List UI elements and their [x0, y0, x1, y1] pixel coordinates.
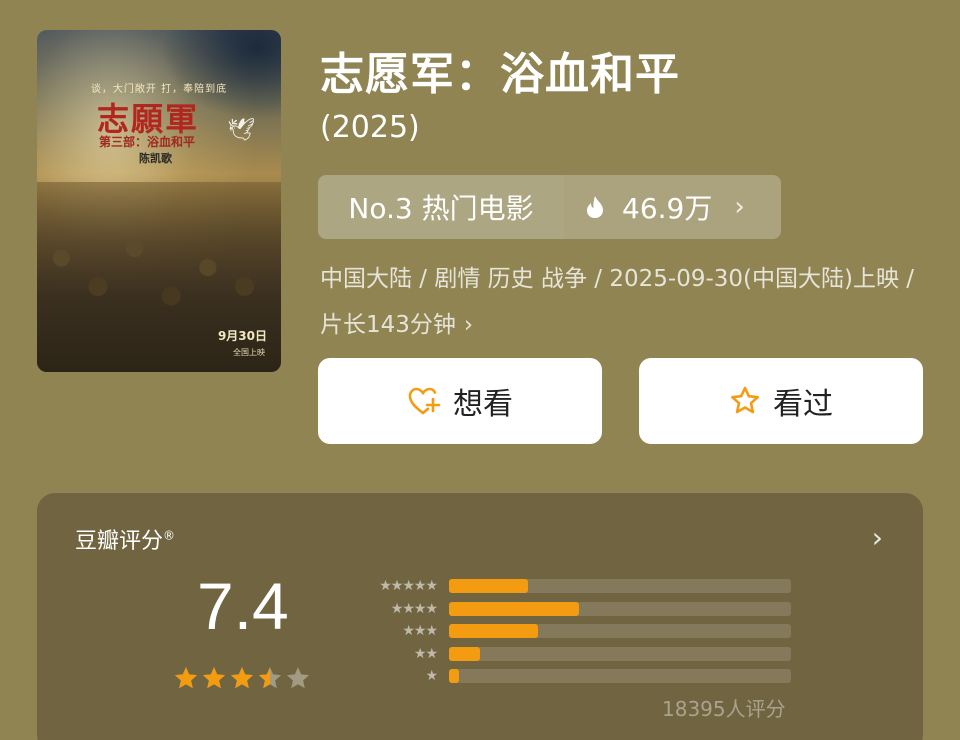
star-icon	[202, 667, 226, 689]
registered-mark: ®	[163, 528, 176, 543]
chevron-right-icon: ›	[734, 192, 745, 222]
bar-fill	[449, 646, 480, 661]
bar-fill	[449, 624, 538, 639]
bar-track	[449, 646, 791, 661]
star-icon	[258, 667, 282, 689]
bar-track	[449, 601, 791, 616]
flame-icon	[587, 196, 603, 218]
heat-section[interactable]: 46.9万 ›	[564, 175, 781, 239]
rating-card[interactable]: 豆瓣评分® › 7.4 ★★★★★ ★★★★ ★★★ ★★ ★ 18395人评分	[37, 493, 923, 740]
chevron-right-icon[interactable]: ›	[872, 521, 883, 554]
star-icon	[230, 667, 254, 689]
bar-track	[449, 669, 791, 684]
movie-title: 志愿军：浴血和平	[320, 49, 680, 100]
bar-fill	[449, 669, 460, 684]
poster-subtitle: 第三部：浴血和平	[99, 135, 196, 149]
rating-bar-row: ★★★	[347, 620, 791, 643]
bar-stars-icon: ★★★★	[390, 600, 438, 617]
rating-bar-row: ★★★★	[347, 598, 791, 621]
poster-director: 陈凯歌	[139, 152, 172, 165]
movie-poster[interactable]: 谈，大门敞开 打，奉陪到底 志願軍 🕊 第三部：浴血和平 陈凯歌 9月30日 全…	[37, 30, 281, 372]
rating-label-text: 豆瓣评分	[75, 529, 164, 554]
bar-stars-icon: ★★★★★	[379, 578, 438, 595]
rating-bar-row: ★	[347, 665, 791, 688]
bar-fill	[449, 579, 528, 594]
rating-stars	[173, 665, 311, 691]
rating-distribution: ★★★★★ ★★★★ ★★★ ★★ ★	[347, 575, 791, 688]
bar-stars-icon: ★★★	[402, 623, 438, 640]
star-icon	[174, 667, 198, 689]
watched-button[interactable]: 看过	[639, 358, 923, 444]
dove-icon: 🕊	[227, 118, 255, 143]
star-outline-icon	[731, 386, 759, 414]
movie-meta[interactable]: 中国大陆 / 剧情 历史 战争 / 2025-09-30(中国大陆)上映 / 片…	[320, 256, 920, 348]
rating-bar-row: ★★★★★	[347, 575, 791, 598]
bar-stars-icon: ★★	[413, 645, 438, 662]
heat-value: 46.9万	[622, 192, 713, 225]
bar-fill	[449, 601, 579, 616]
rating-score: 7.4	[197, 569, 289, 643]
bar-track	[449, 624, 791, 639]
seen-label: 看过	[773, 387, 833, 422]
rating-count: 18395人评分	[662, 697, 786, 721]
meta-text: 中国大陆 / 剧情 历史 战争 / 2025-09-30(中国大陆)上映 / 片…	[320, 266, 915, 338]
poster-date-sub: 全国上映	[233, 348, 265, 357]
poster-slogan: 谈，大门敞开 打，奉陪到底	[90, 84, 228, 95]
poster-date: 9月30日	[217, 329, 267, 343]
movie-year: (2025)	[320, 110, 420, 145]
heart-plus-icon	[408, 387, 441, 415]
want-label: 想看	[453, 387, 513, 422]
chevron-right-icon: ›	[463, 312, 474, 338]
bar-track	[449, 579, 791, 594]
rank-label: No.3 热门电影	[318, 175, 564, 239]
rank-pill[interactable]: No.3 热门电影 46.9万 ›	[318, 175, 781, 239]
want-to-watch-button[interactable]: 想看	[318, 358, 602, 444]
star-icon	[286, 667, 310, 689]
rating-label: 豆瓣评分®	[75, 523, 175, 555]
rating-bar-row: ★★	[347, 643, 791, 666]
bar-stars-icon: ★	[425, 668, 438, 685]
